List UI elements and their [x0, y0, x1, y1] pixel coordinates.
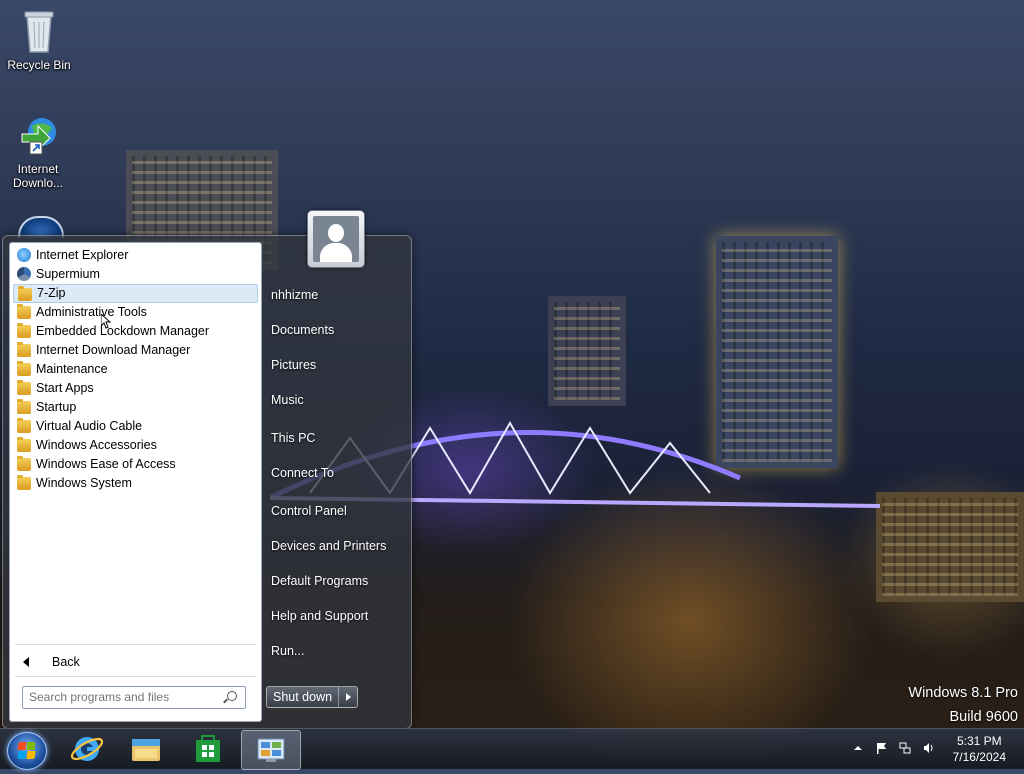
- store-icon: [196, 735, 220, 762]
- program-label: Internet Download Manager: [36, 343, 191, 357]
- program-label: Administrative Tools: [36, 305, 147, 319]
- taskbar-clock[interactable]: 5:31 PM 7/16/2024: [953, 733, 1006, 765]
- show-hidden-icons-icon[interactable]: [852, 741, 864, 753]
- desktop-icon-label: Recycle Bin: [7, 58, 71, 72]
- folder-icon: [17, 304, 31, 319]
- taskbar-file-explorer[interactable]: [117, 730, 175, 768]
- program-folder-embedded-lockdown-manager[interactable]: Embedded Lockdown Manager: [13, 322, 258, 341]
- file-explorer-icon: [132, 739, 160, 761]
- program-label: Startup: [36, 400, 77, 414]
- start-orb-icon[interactable]: [7, 732, 47, 770]
- back-label: Back: [52, 655, 80, 669]
- program-label: Windows System: [36, 476, 132, 490]
- divider: [15, 676, 256, 677]
- back-arrow-icon: [23, 657, 29, 667]
- folder-icon: [18, 286, 32, 301]
- folder-icon: [17, 418, 31, 433]
- folder-icon: [17, 323, 31, 338]
- start-item-documents[interactable]: Documents: [271, 323, 334, 337]
- taskbar-store[interactable]: [179, 730, 237, 768]
- action-center-flag-icon[interactable]: [876, 741, 888, 754]
- start-item-connect-to[interactable]: Connect To: [271, 466, 334, 480]
- start-item-run[interactable]: Run...: [271, 644, 304, 658]
- start-item-control-panel[interactable]: Control Panel: [271, 504, 347, 518]
- program-folder-windows-system[interactable]: Windows System: [13, 474, 258, 493]
- program-folder-7-zip[interactable]: 7-Zip: [13, 284, 258, 303]
- program-label: Internet Explorer: [36, 248, 129, 262]
- program-label: Start Apps: [36, 381, 94, 395]
- search-box[interactable]: [22, 686, 246, 709]
- control-panel-icon: [257, 738, 285, 762]
- start-item-pictures[interactable]: Pictures: [271, 358, 316, 372]
- wallpaper-tower-center: [548, 296, 626, 406]
- divider: [15, 644, 256, 645]
- taskbar-control-panel[interactable]: [241, 730, 301, 770]
- program-folder-start-apps[interactable]: Start Apps: [13, 379, 258, 398]
- program-label: Windows Accessories: [36, 438, 157, 452]
- internet-explorer-icon: [17, 248, 31, 262]
- program-folder-internet-download-manager[interactable]: Internet Download Manager: [13, 341, 258, 360]
- shutdown-button[interactable]: Shut down: [267, 687, 340, 707]
- user-picture[interactable]: [307, 210, 365, 268]
- os-edition-watermark: Windows 8.1 Pro: [908, 685, 1018, 701]
- clock-date: 7/16/2024: [952, 750, 1006, 764]
- shutdown-control: Shut down: [266, 686, 359, 708]
- program-label: 7-Zip: [37, 286, 66, 300]
- folder-icon: [17, 342, 31, 357]
- internet-download-manager-icon: [21, 118, 56, 155]
- program-supermium[interactable]: Supermium: [13, 265, 258, 284]
- supermium-icon: [17, 267, 31, 281]
- folder-icon: [17, 456, 31, 471]
- program-label: Embedded Lockdown Manager: [36, 324, 210, 338]
- start-user-name[interactable]: nhhizme: [271, 288, 318, 302]
- start-item-this-pc[interactable]: This PC: [271, 431, 315, 445]
- start-item-devices-and-printers[interactable]: Devices and Printers: [271, 539, 386, 553]
- program-internet-explorer[interactable]: Internet Explorer: [13, 246, 258, 265]
- volume-icon[interactable]: [923, 741, 935, 753]
- folder-icon: [17, 475, 31, 490]
- program-folder-startup[interactable]: Startup: [13, 398, 258, 417]
- start-item-music[interactable]: Music: [271, 393, 304, 407]
- search-input[interactable]: [26, 688, 222, 705]
- all-programs-pane: Internet Explorer Supermium 7-Zip Admini…: [9, 242, 262, 722]
- os-build-watermark: Build 9600: [949, 709, 1018, 725]
- program-label: Windows Ease of Access: [36, 457, 176, 471]
- start-item-help-and-support[interactable]: Help and Support: [271, 609, 368, 623]
- taskbar: [0, 728, 1024, 770]
- search-icon[interactable]: [227, 691, 237, 701]
- shutdown-options-arrow-icon[interactable]: [339, 687, 357, 707]
- folder-icon: [17, 361, 31, 376]
- wallpaper-building-right: [876, 492, 1024, 602]
- mouse-pointer-icon: [101, 314, 111, 329]
- folder-icon: [17, 380, 31, 395]
- folder-icon: [17, 437, 31, 452]
- user-avatar-icon: [313, 216, 359, 262]
- desktop-icon-label: Internet Downlo...: [12, 162, 64, 190]
- clock-time: 5:31 PM: [956, 734, 1002, 748]
- network-icon[interactable]: [899, 741, 911, 754]
- program-folder-windows-ease-of-access[interactable]: Windows Ease of Access: [13, 455, 258, 474]
- program-folder-maintenance[interactable]: Maintenance: [13, 360, 258, 379]
- program-folder-virtual-audio-cable[interactable]: Virtual Audio Cable: [13, 417, 258, 436]
- desktop-icon-recycle-bin[interactable]: Recycle Bin: [3, 8, 75, 72]
- program-folder-windows-accessories[interactable]: Windows Accessories: [13, 436, 258, 455]
- taskbar-internet-explorer[interactable]: [58, 730, 116, 768]
- back-button[interactable]: Back: [13, 651, 258, 673]
- folder-icon: [17, 399, 31, 414]
- program-label: Maintenance: [36, 362, 108, 376]
- program-label: Virtual Audio Cable: [36, 419, 143, 433]
- program-folder-administrative-tools[interactable]: Administrative Tools: [13, 303, 258, 322]
- start-item-default-programs[interactable]: Default Programs: [271, 574, 368, 588]
- internet-explorer-icon: [70, 737, 104, 761]
- desktop-icon-internet-download-manager[interactable]: Internet Downlo...: [2, 112, 74, 190]
- recycle-bin-icon: [24, 11, 54, 53]
- program-label: Supermium: [36, 267, 100, 281]
